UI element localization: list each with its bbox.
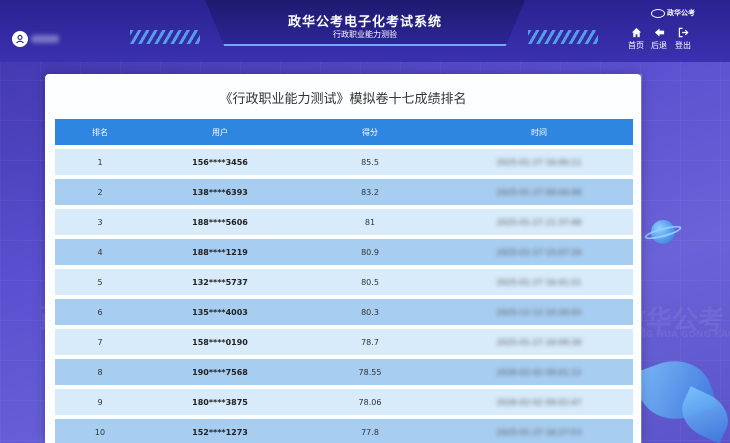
score-cell: 77.8 — [361, 427, 379, 437]
table-header: 排名 用户 得分 时间 — [55, 119, 633, 145]
time-cell: 2026-02-02 09:01:12 — [496, 367, 582, 377]
user-cell: 156****3456 — [192, 157, 248, 167]
rank-cell: 8 — [97, 367, 103, 377]
time-cell: 2025-01-27 15:07:34 — [496, 247, 582, 257]
back-button[interactable]: 后退 — [648, 27, 670, 51]
rank-cell: 5 — [97, 277, 103, 287]
user-cell: 158****0190 — [192, 337, 248, 347]
table-row: 5 132****5737 80.5 2025-01-27 16:41:51 — [55, 269, 633, 295]
back-label: 后退 — [651, 41, 667, 50]
scrollbar[interactable] — [639, 74, 642, 443]
score-cell: 81 — [364, 217, 376, 227]
table-row: 2 138****6393 83.2 2025-01-27 09:04:48 — [55, 179, 633, 205]
user-cell: 188****1219 — [192, 247, 248, 257]
table-row: 1 156****3456 85.5 2025-01-27 16:00:11 — [55, 149, 633, 175]
app-title: 政华公考电子化考试系统 — [287, 15, 442, 30]
home-label: 首页 — [628, 41, 644, 50]
time-cell: 2025-01-27 16:00:11 — [496, 157, 582, 167]
ranking-table: 排名 用户 得分 时间 1 156****3456 85.5 2025-01-27 1… — [55, 119, 633, 443]
header-stripes-left — [130, 30, 200, 44]
score-cell: 78.7 — [361, 337, 379, 347]
table-row: 4 188****1219 80.9 2025-01-27 15:07:34 — [55, 239, 633, 265]
user-icon — [16, 34, 24, 44]
app-header: 政华公考电子化考试系统 行政职业能力测验 政华公考 — [0, 0, 730, 62]
rank-cell: 9 — [97, 397, 103, 407]
score-cell: 85.5 — [361, 157, 379, 167]
user-cell: 180****3875 — [192, 397, 248, 407]
user-cell: 138****6393 — [192, 187, 248, 197]
score-cell: 80.9 — [361, 247, 379, 257]
home-icon — [631, 27, 641, 38]
time-cell: 2025-01-27 20:09:30 — [496, 337, 582, 347]
rank-cell: 6 — [97, 307, 103, 317]
time-cell: 2025-01-27 16:41:51 — [496, 277, 582, 287]
ranking-panel: 《行政职业能力测试》模拟卷十七成绩排名 排名 用户 得分 时间 1 156****… — [45, 74, 641, 443]
score-cell: 80.3 — [361, 307, 379, 317]
page-title: 《行政职业能力测试》模拟卷十七成绩排名 — [219, 92, 467, 107]
user-cell: 132****5737 — [192, 277, 248, 287]
logout-label: 登出 — [675, 41, 691, 50]
avatar[interactable] — [12, 31, 28, 47]
rank-cell: 1 — [97, 157, 103, 167]
column-header-user: 用户 — [212, 127, 228, 137]
column-header-time: 时间 — [531, 127, 547, 137]
score-cell: 78.06 — [358, 397, 382, 407]
score-cell: 83.2 — [361, 187, 379, 197]
user-cell: 188****5606 — [192, 217, 248, 227]
rank-cell: 4 — [97, 247, 103, 257]
home-button[interactable]: 首页 — [625, 27, 647, 51]
table-row: 6 135****4003 80.3 2025-12-12 10:20:43 — [55, 299, 633, 325]
rank-cell: 7 — [97, 337, 103, 347]
time-cell: 2025-01-27 09:04:48 — [496, 187, 582, 197]
user-cell: 135****4003 — [192, 307, 248, 317]
time-cell: 2025-01-27 16:27:53 — [496, 427, 582, 437]
table-row: 8 190****7568 78.55 2026-02-02 09:01:12 — [55, 359, 633, 385]
column-header-rank: 排名 — [92, 127, 108, 137]
table-row: 9 180****3875 78.06 2026-02-02 09:02:47 — [55, 389, 633, 415]
table-row: 3 188****5606 81 2025-01-27 21:37:48 — [55, 209, 633, 235]
score-cell: 80.5 — [361, 277, 379, 287]
username-redacted — [31, 35, 59, 43]
header-stripes-right — [528, 30, 598, 44]
logo-text: 政华公考 — [667, 9, 695, 17]
user-cell: 190****7568 — [192, 367, 248, 377]
rank-cell: 3 — [97, 217, 103, 227]
logo-icon — [651, 8, 665, 18]
time-cell: 2026-02-02 09:02:47 — [496, 397, 582, 407]
user-cell: 152****1273 — [192, 427, 248, 437]
column-header-score: 得分 — [362, 127, 378, 137]
app-subtitle: 行政职业能力测验 — [333, 30, 397, 39]
logout-icon — [678, 27, 688, 38]
rank-cell: 2 — [97, 187, 103, 197]
rank-cell: 10 — [94, 427, 106, 437]
time-cell: 2025-01-27 21:37:48 — [496, 217, 582, 227]
time-cell: 2025-12-12 10:20:43 — [496, 307, 582, 317]
logout-button[interactable]: 登出 — [672, 27, 694, 51]
score-cell: 78.55 — [358, 367, 382, 377]
table-row: 7 158****0190 78.7 2025-01-27 20:09:30 — [55, 329, 633, 355]
table-row: 10 152****1273 77.8 2025-01-27 16:27:53 — [55, 419, 633, 443]
back-icon — [654, 28, 664, 37]
brand-logo: 政华公考 — [651, 7, 695, 19]
